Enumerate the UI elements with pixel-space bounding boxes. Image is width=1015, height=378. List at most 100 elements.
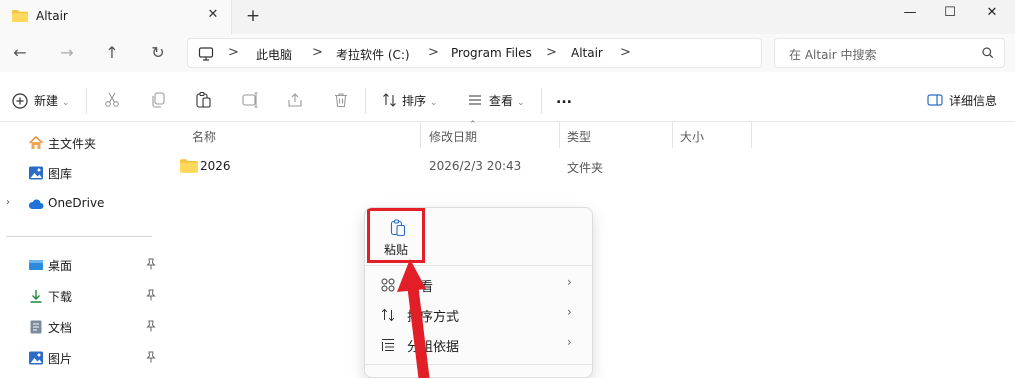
chevron-down-icon: ⌄ bbox=[62, 98, 70, 108]
file-type: 文件夹 bbox=[567, 161, 604, 175]
folder-icon bbox=[180, 159, 198, 173]
add-icon bbox=[12, 93, 28, 109]
column-divider[interactable] bbox=[672, 122, 673, 148]
sidebar-item-label: 文档 bbox=[48, 321, 73, 335]
menu-item-view[interactable]: 查看 › bbox=[365, 269, 592, 299]
paste-button[interactable]: 粘贴 bbox=[367, 208, 425, 263]
rename-icon[interactable] bbox=[241, 91, 259, 109]
column-header-size[interactable]: 大小 bbox=[680, 128, 704, 145]
search-box[interactable]: 在 Altair 中搜索 bbox=[774, 38, 1005, 68]
chevron-right-icon: › bbox=[567, 335, 572, 349]
breadcrumb-program-files[interactable]: Program Files bbox=[451, 46, 532, 60]
file-name: 2026 bbox=[200, 159, 231, 173]
address-bar[interactable]: > 此电脑 > 考拉软件 (C:) > Program Files > Alta… bbox=[187, 38, 762, 68]
menu-divider bbox=[365, 265, 592, 266]
breadcrumb-separator: > bbox=[546, 45, 557, 60]
new-button[interactable]: 新建 ⌄ bbox=[34, 90, 70, 112]
folder-icon bbox=[12, 10, 28, 22]
divider bbox=[365, 88, 366, 114]
divider bbox=[541, 88, 542, 114]
view-button[interactable]: 查看 ⌄ bbox=[489, 90, 525, 112]
pin-icon[interactable] bbox=[146, 320, 156, 332]
chevron-right-icon[interactable]: › bbox=[6, 197, 10, 208]
back-button[interactable]: ← bbox=[8, 42, 32, 64]
breadcrumb-drive-c[interactable]: 考拉软件 (C:) bbox=[336, 46, 410, 63]
column-divider[interactable] bbox=[420, 122, 421, 148]
forward-button[interactable]: → bbox=[55, 42, 79, 64]
desktop-icon bbox=[29, 260, 43, 270]
close-button[interactable]: ✕ bbox=[972, 0, 1012, 26]
view-label: 查看 bbox=[489, 94, 514, 108]
sidebar-item-downloads[interactable]: 下载 bbox=[0, 282, 168, 310]
breadcrumb-separator: > bbox=[228, 45, 239, 60]
table-row[interactable]: 2026 2026/2/3 20:43 文件夹 bbox=[170, 152, 770, 180]
chevron-right-icon: › bbox=[567, 275, 572, 289]
navigation-pane: 主文件夹 图库 › OneDrive 桌面 下载 文档 图片 bbox=[0, 122, 170, 378]
tab-close-icon[interactable]: ✕ bbox=[205, 6, 221, 24]
more-options-button[interactable]: ... bbox=[556, 88, 572, 110]
share-icon[interactable] bbox=[286, 91, 304, 109]
sidebar-item-desktop[interactable]: 桌面 bbox=[0, 251, 168, 279]
breadcrumb-separator: > bbox=[428, 45, 439, 60]
sidebar-item-pictures[interactable]: 图片 bbox=[0, 344, 168, 372]
minimize-button[interactable]: — bbox=[890, 0, 930, 26]
computer-icon bbox=[198, 47, 214, 61]
pin-icon[interactable] bbox=[146, 258, 156, 270]
sidebar-item-home[interactable]: 主文件夹 bbox=[0, 129, 168, 157]
command-bar: 新建 ⌄ 排序 ⌄ 查看 ⌄ ... 详细信息 bbox=[0, 80, 1015, 122]
navigation-bar: ← → ↑ ↻ > 此电脑 > 考拉软件 (C:) > Program File… bbox=[0, 34, 1015, 72]
new-label: 新建 bbox=[34, 94, 59, 108]
breadcrumb-separator: > bbox=[312, 45, 323, 60]
file-modified: 2026/2/3 20:43 bbox=[429, 159, 522, 173]
pin-icon[interactable] bbox=[146, 351, 156, 363]
group-icon bbox=[382, 339, 394, 351]
details-pane-icon bbox=[927, 94, 943, 106]
pictures-icon bbox=[29, 351, 43, 365]
title-bar: Altair ✕ + — ☐ ✕ bbox=[0, 0, 1015, 34]
up-button[interactable]: ↑ bbox=[100, 42, 124, 64]
sidebar-item-gallery[interactable]: 图库 bbox=[0, 159, 168, 187]
menu-item-sort-by[interactable]: 排序方式 › bbox=[365, 299, 592, 329]
sidebar-item-label: OneDrive bbox=[48, 196, 105, 210]
menu-item-group-by[interactable]: 分组依据 › bbox=[365, 329, 592, 359]
tab-title: Altair bbox=[36, 9, 68, 23]
chevron-down-icon: ⌄ bbox=[517, 98, 525, 108]
sort-icon bbox=[381, 308, 395, 322]
breadcrumb-this-pc[interactable]: 此电脑 bbox=[256, 46, 292, 63]
delete-icon[interactable] bbox=[332, 91, 350, 109]
breadcrumb-altair[interactable]: Altair bbox=[571, 46, 603, 60]
sidebar-item-label: 图库 bbox=[48, 167, 73, 181]
column-header-name[interactable]: 名称 bbox=[192, 128, 216, 145]
details-button[interactable]: 详细信息 bbox=[949, 90, 997, 112]
chevron-right-icon: › bbox=[567, 305, 572, 319]
paste-icon[interactable] bbox=[194, 91, 212, 109]
paste-label: 粘贴 bbox=[383, 243, 408, 257]
gallery-icon bbox=[29, 166, 43, 180]
column-header-modified[interactable]: 修改日期 bbox=[429, 128, 477, 145]
sort-button[interactable]: 排序 ⌄ bbox=[402, 90, 438, 112]
cloud-icon bbox=[28, 199, 44, 209]
sidebar-divider bbox=[6, 236, 152, 237]
menu-divider bbox=[365, 364, 592, 365]
copy-icon[interactable] bbox=[149, 91, 167, 109]
sidebar-item-label: 桌面 bbox=[48, 259, 73, 273]
column-header-type[interactable]: 类型 bbox=[567, 128, 591, 145]
new-tab-button[interactable]: + bbox=[244, 6, 262, 26]
sidebar-item-onedrive[interactable]: › OneDrive bbox=[0, 190, 168, 218]
chevron-down-icon: ⌄ bbox=[430, 98, 438, 108]
tab-altair[interactable]: Altair ✕ bbox=[0, 0, 232, 34]
divider bbox=[86, 88, 87, 114]
column-divider[interactable] bbox=[751, 122, 752, 148]
sidebar-item-documents[interactable]: 文档 bbox=[0, 313, 168, 341]
sidebar-item-label: 主文件夹 bbox=[48, 137, 97, 151]
paste-icon bbox=[390, 219, 406, 237]
sort-icon bbox=[383, 93, 396, 107]
pin-icon[interactable] bbox=[146, 289, 156, 301]
search-placeholder: 在 Altair 中搜索 bbox=[789, 48, 877, 62]
cut-icon[interactable] bbox=[103, 91, 121, 109]
context-menu: 粘贴 查看 › 排序方式 › 分组依据 › bbox=[364, 207, 593, 378]
column-divider[interactable] bbox=[559, 122, 560, 148]
refresh-button[interactable]: ↻ bbox=[146, 42, 170, 64]
search-icon bbox=[982, 47, 994, 59]
maximize-button[interactable]: ☐ bbox=[930, 0, 970, 26]
